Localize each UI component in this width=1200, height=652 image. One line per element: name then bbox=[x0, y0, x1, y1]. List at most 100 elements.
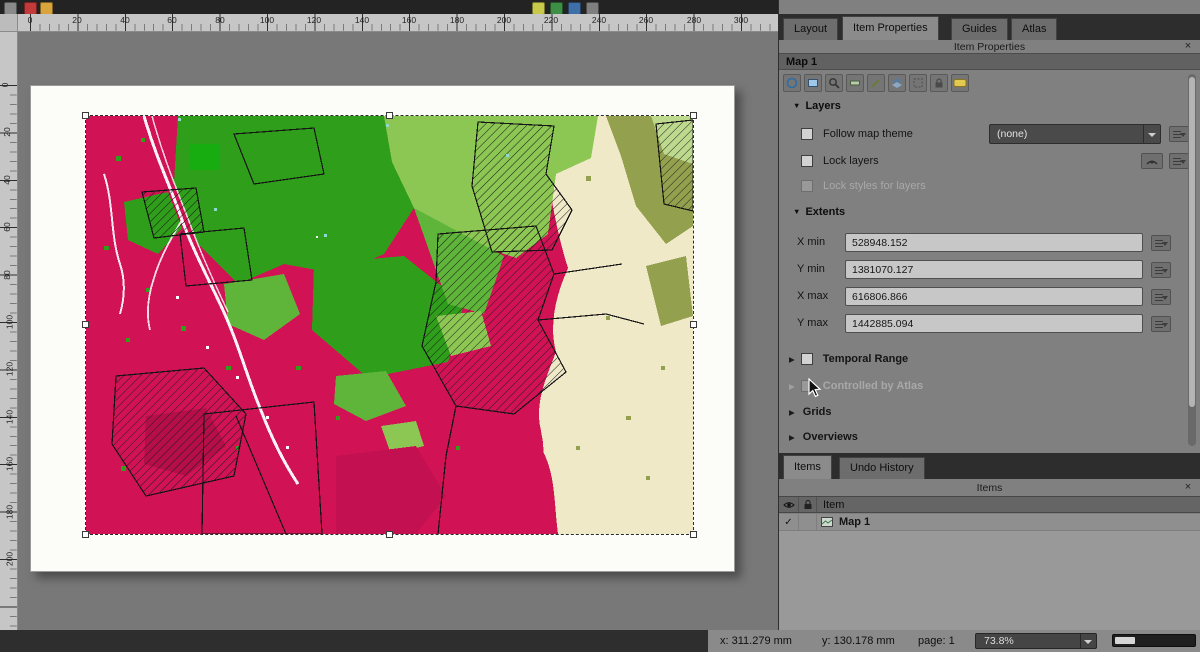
lock-styles-checkbox[interactable] bbox=[801, 180, 813, 192]
ruler-label: 120 bbox=[6, 362, 15, 376]
items-list-empty-area[interactable] bbox=[779, 531, 1200, 630]
chevron-down-icon bbox=[1080, 634, 1096, 648]
page-readout: page: 1 bbox=[918, 635, 955, 647]
extent-xmin-row: X min bbox=[779, 233, 1191, 253]
data-defined-override-button[interactable] bbox=[1151, 289, 1171, 305]
layout-canvas[interactable] bbox=[18, 32, 778, 630]
selection-handle[interactable] bbox=[690, 321, 697, 328]
layers-icon[interactable] bbox=[888, 74, 906, 92]
data-defined-override-button[interactable] bbox=[1151, 262, 1171, 278]
qgis-print-layout-window: 0 20 40 60 80 100 120 140 160 180 200 22… bbox=[0, 0, 1200, 652]
selection-handle[interactable] bbox=[82, 531, 89, 538]
zoom-to-extent-icon[interactable] bbox=[825, 74, 843, 92]
zoom-level-value: 73.8% bbox=[976, 635, 1080, 647]
refresh-preview-icon[interactable] bbox=[783, 74, 801, 92]
grids-toggle[interactable]: ▶ Grids bbox=[789, 402, 1179, 422]
extents-group-header[interactable]: ▼Extents bbox=[793, 206, 845, 218]
selection-handle[interactable] bbox=[690, 112, 697, 119]
lock-layers-label: Lock layers bbox=[823, 155, 879, 167]
lock-styles-row: Lock styles for layers bbox=[801, 176, 1191, 196]
items-table-header: Item bbox=[779, 496, 1200, 513]
tab-undo-history[interactable]: Undo History bbox=[839, 457, 925, 479]
extent-xmax-row: X max bbox=[779, 287, 1191, 307]
temporal-range-checkbox[interactable] bbox=[801, 353, 813, 365]
follow-map-theme-row: Follow map theme (none) bbox=[801, 124, 1191, 144]
ruler-label: 60 bbox=[167, 16, 176, 25]
items-table-row-map1[interactable]: ✓ Map 1 bbox=[779, 514, 1200, 531]
selection-handle[interactable] bbox=[690, 531, 697, 538]
follow-map-theme-checkbox[interactable] bbox=[801, 128, 813, 140]
extent-ymax-input[interactable] bbox=[845, 314, 1143, 333]
extent-ymin-label: Y min bbox=[797, 263, 825, 275]
data-defined-override-button[interactable] bbox=[1151, 316, 1171, 332]
ruler-label: 0 bbox=[28, 16, 33, 25]
tab-guides[interactable]: Guides bbox=[951, 18, 1008, 40]
lock-column-lock-icon bbox=[799, 497, 817, 512]
ruler-label: 40 bbox=[3, 175, 12, 184]
panel-title: Item Properties bbox=[779, 41, 1200, 53]
extent-ymin-input[interactable] bbox=[845, 260, 1143, 279]
visibility-checkmark[interactable]: ✓ bbox=[779, 514, 799, 530]
selection-handle[interactable] bbox=[82, 112, 89, 119]
overviews-toggle[interactable]: ▶ Overviews bbox=[789, 427, 1179, 447]
ruler-label: 300 bbox=[734, 16, 748, 25]
selection-handle[interactable] bbox=[82, 321, 89, 328]
ruler-label: 280 bbox=[687, 16, 701, 25]
set-extent-icon[interactable] bbox=[804, 74, 822, 92]
lock-icon[interactable] bbox=[930, 74, 948, 92]
ruler-label: 140 bbox=[355, 16, 369, 25]
data-defined-override-button[interactable] bbox=[1151, 235, 1171, 251]
lock-cell[interactable] bbox=[799, 514, 817, 530]
scrollbar-thumb[interactable] bbox=[1189, 77, 1195, 407]
ruler-label: 20 bbox=[72, 16, 81, 25]
ruler-label: 80 bbox=[215, 16, 224, 25]
selection-handle[interactable] bbox=[386, 112, 393, 119]
ruler-label: 180 bbox=[6, 505, 15, 519]
overviews-label: Overviews bbox=[803, 431, 858, 443]
data-defined-override-button[interactable] bbox=[1169, 153, 1189, 169]
tab-atlas[interactable]: Atlas bbox=[1011, 18, 1057, 40]
tab-layout[interactable]: Layout bbox=[783, 18, 838, 40]
items-tabbar: Items Undo History bbox=[779, 453, 1200, 479]
temporal-range-toggle[interactable]: ▶ Temporal Range bbox=[789, 349, 1179, 369]
visibility-column-eye-icon bbox=[779, 497, 799, 512]
ruler-label: 180 bbox=[450, 16, 464, 25]
lock-layers-checkbox[interactable] bbox=[801, 155, 813, 167]
ruler-label: 200 bbox=[497, 16, 511, 25]
set-scale-icon[interactable] bbox=[846, 74, 864, 92]
properties-scrollbar[interactable] bbox=[1188, 74, 1196, 446]
clipping-settings-icon[interactable] bbox=[909, 74, 927, 92]
cursor-x-readout: x: 311.279 mm bbox=[720, 635, 792, 647]
extent-xmax-input[interactable] bbox=[845, 287, 1143, 306]
map-theme-select[interactable]: (none) bbox=[989, 124, 1161, 144]
lock-styles-label: Lock styles for layers bbox=[823, 180, 926, 192]
close-panel-button[interactable]: × bbox=[1182, 40, 1194, 52]
extent-ymin-row: Y min bbox=[779, 260, 1191, 280]
ruler-vertical[interactable]: 0 20 40 60 80 100 120 140 160 180 200 bbox=[0, 32, 18, 630]
zoom-slider[interactable] bbox=[1112, 634, 1196, 647]
id-tag-icon[interactable] bbox=[951, 74, 969, 92]
zoom-slider-thumb[interactable] bbox=[1115, 637, 1135, 644]
controlled-by-atlas-label: Controlled by Atlas bbox=[823, 380, 923, 392]
tab-items[interactable]: Items bbox=[783, 455, 832, 479]
controlled-by-atlas-checkbox[interactable] bbox=[801, 380, 813, 392]
extent-xmin-input[interactable] bbox=[845, 233, 1143, 252]
lock-layers-options-button[interactable] bbox=[1141, 153, 1163, 169]
close-items-panel-button[interactable]: × bbox=[1182, 481, 1194, 493]
extent-xmin-label: X min bbox=[797, 236, 825, 248]
ruler-label: 60 bbox=[3, 222, 12, 231]
page[interactable] bbox=[30, 85, 735, 572]
zoom-level-combobox[interactable]: 73.8% bbox=[975, 633, 1097, 649]
map-preview bbox=[86, 116, 693, 534]
tab-item-properties[interactable]: Item Properties bbox=[842, 16, 939, 40]
ruler-label: 240 bbox=[592, 16, 606, 25]
map-item-map1[interactable] bbox=[86, 116, 693, 534]
layers-group-header[interactable]: ▼Layers bbox=[793, 100, 841, 112]
ruler-label: 120 bbox=[307, 16, 321, 25]
data-defined-override-button[interactable] bbox=[1169, 126, 1189, 142]
edit-extent-icon[interactable] bbox=[867, 74, 885, 92]
ruler-horizontal[interactable]: 0 20 40 60 80 100 120 140 160 180 200 22… bbox=[18, 14, 778, 32]
selection-handle[interactable] bbox=[386, 531, 393, 538]
controlled-by-atlas-toggle[interactable]: ▶ Controlled by Atlas bbox=[789, 376, 1179, 396]
follow-map-theme-label: Follow map theme bbox=[823, 128, 913, 140]
